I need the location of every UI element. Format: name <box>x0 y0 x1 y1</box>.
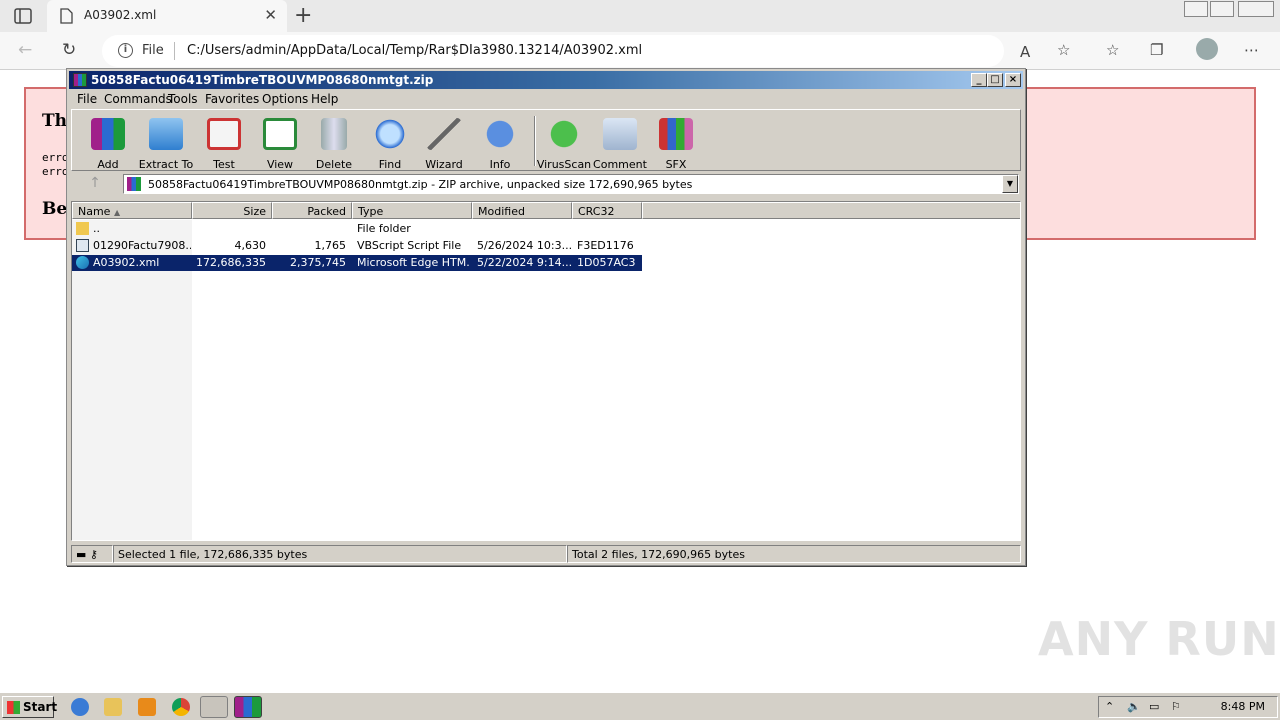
taskbar: Start ⌃ 🔈 ▭ ⚐ 8:48 PM <box>0 692 1280 720</box>
new-tab-button[interactable]: + <box>294 3 312 28</box>
vbscript-file-icon <box>76 239 89 252</box>
comment-icon <box>603 118 637 150</box>
tab-title: A03902.xml <box>84 8 157 22</box>
path-row: ↑ 50858Factu06419TimbreTBOUVMP08680nmtgt… <box>71 173 1021 197</box>
clipboard-check-icon <box>207 118 241 150</box>
toolbar: Add Extract To Test View Delete Find Wiz… <box>71 109 1021 171</box>
drive-key-icons[interactable]: ▬ ⚷ <box>71 545 113 563</box>
sort-ascending-icon: ▲ <box>113 208 121 217</box>
close-tab-icon[interactable]: ✕ <box>264 6 277 24</box>
column-header-packed[interactable]: Packed <box>272 202 352 219</box>
path-dropdown-icon[interactable]: ▼ <box>1002 175 1018 193</box>
menu-bar: File Commands Tools Favorites Options He… <box>69 90 1023 108</box>
winrar-window: 50858Factu06419TimbreTBOUVMP08680nmtgt.z… <box>66 68 1026 566</box>
up-one-level-icon[interactable]: ↑ <box>75 175 115 197</box>
status-selected: Selected 1 file, 172,686,335 bytes <box>113 545 567 563</box>
magic-wand-icon <box>427 118 461 150</box>
scheme-label: File <box>142 43 164 58</box>
column-header-size[interactable]: Size <box>192 202 272 219</box>
archive-icon <box>127 177 141 191</box>
key-icon: ⚷ <box>89 548 98 561</box>
menu-help[interactable]: Help <box>311 92 338 106</box>
info-icon[interactable]: i <box>118 43 133 58</box>
ie-icon[interactable] <box>71 698 89 716</box>
bug-icon <box>547 118 581 150</box>
windows-flag-icon <box>7 701 20 714</box>
action-center-flag-icon[interactable]: ⚐ <box>1171 700 1181 713</box>
chrome-icon[interactable] <box>172 698 190 716</box>
clock[interactable]: 8:48 PM <box>1221 700 1265 713</box>
profile-avatar[interactable] <box>1196 38 1218 60</box>
column-header-modified[interactable]: Modified <box>472 202 572 219</box>
column-header-name[interactable]: Name ▲ <box>72 202 192 219</box>
media-player-icon[interactable] <box>138 698 156 716</box>
status-total: Total 2 files, 172,690,965 bytes <box>567 545 1021 563</box>
status-bar: ▬ ⚷ Selected 1 file, 172,686,335 bytes T… <box>71 545 1021 563</box>
folder-icon <box>149 118 183 150</box>
restore-window-button[interactable] <box>1210 1 1234 17</box>
table-row[interactable]: 01290Factu7908... 4,630 1,765 VBScript S… <box>72 238 642 254</box>
book-icon <box>263 118 297 150</box>
add-favorite-icon[interactable]: ☆ <box>1057 41 1070 59</box>
explorer-folder-icon[interactable] <box>104 698 122 716</box>
network-icon[interactable]: ▭ <box>1149 700 1159 713</box>
menu-favorites[interactable]: Favorites <box>205 92 259 106</box>
tray-expand-icon[interactable]: ⌃ <box>1105 700 1114 713</box>
sfx-box-icon <box>659 118 693 150</box>
more-menu-icon[interactable]: ⋯ <box>1244 41 1259 59</box>
edge-taskbar-button[interactable] <box>200 696 228 718</box>
browser-tab-active[interactable]: A03902.xml ✕ <box>47 0 287 32</box>
back-arrow-icon[interactable]: ← <box>18 40 32 60</box>
archive-path-box[interactable]: 50858Factu06419TimbreTBOUVMP08680nmtgt.z… <box>123 174 1019 194</box>
address-url[interactable]: C:/Users/admin/AppData/Local/Temp/Rar$DI… <box>187 43 642 58</box>
column-header-crc32[interactable]: CRC32 <box>572 202 642 219</box>
read-aloud-icon[interactable]: A <box>1020 43 1030 61</box>
column-header-type[interactable]: Type <box>352 202 472 219</box>
archive-path: 50858Factu06419TimbreTBOUVMP08680nmtgt.z… <box>148 178 693 191</box>
menu-commands[interactable]: Commands <box>104 92 172 106</box>
address-bar[interactable]: i File C:/Users/admin/AppData/Local/Temp… <box>102 35 1070 67</box>
drive-icon: ▬ <box>76 548 87 561</box>
file-list[interactable]: Name ▲ Size Packed Type Modified CRC32 .… <box>71 201 1021 541</box>
winrar-title: 50858Factu06419TimbreTBOUVMP08680nmtgt.z… <box>91 73 434 87</box>
error-line-2: erro <box>42 165 69 178</box>
browser-tab-bar: A03902.xml ✕ + <box>0 0 1280 32</box>
winrar-icon <box>73 73 87 87</box>
edge-file-icon <box>76 256 89 269</box>
column-header-filler <box>642 202 1020 219</box>
winrar-minimize-button[interactable]: _ <box>971 73 987 87</box>
system-tray: ⌃ 🔈 ▭ ⚐ 8:48 PM <box>1098 696 1278 718</box>
winrar-maximize-button[interactable]: □ <box>987 73 1003 87</box>
trash-icon <box>321 118 347 150</box>
favorites-icon[interactable]: ☆ <box>1106 41 1119 59</box>
minimize-window-button[interactable] <box>1184 1 1208 17</box>
address-bar-row: ← ↻ i File C:/Users/admin/AppData/Local/… <box>0 32 1280 70</box>
close-window-button[interactable] <box>1238 1 1274 17</box>
add-icon <box>91 118 125 150</box>
menu-tools[interactable]: Tools <box>168 92 198 106</box>
address-separator <box>174 42 175 60</box>
anyrun-watermark: ANY RUN <box>1038 612 1280 666</box>
winrar-close-button[interactable]: × <box>1005 73 1021 87</box>
menu-options[interactable]: Options <box>262 92 308 106</box>
info-circle-icon <box>483 118 517 150</box>
winrar-taskbar-button[interactable] <box>234 696 262 718</box>
refresh-icon[interactable]: ↻ <box>62 40 76 60</box>
document-icon <box>60 8 73 24</box>
volume-icon[interactable]: 🔈 <box>1127 700 1141 713</box>
sfx-button[interactable]: SFX <box>648 114 704 171</box>
tab-actions-icon[interactable] <box>14 8 32 24</box>
info-button[interactable]: Info <box>472 114 528 171</box>
collections-icon[interactable]: ❐ <box>1150 41 1163 59</box>
table-row-selected[interactable]: A03902.xml 172,686,335 2,375,745 Microso… <box>72 255 642 271</box>
error-line-1: erro <box>42 151 69 164</box>
folder-up-icon <box>76 222 89 235</box>
winrar-title-bar[interactable]: 50858Factu06419TimbreTBOUVMP08680nmtgt.z… <box>69 71 1023 89</box>
menu-file[interactable]: File <box>77 92 97 106</box>
magnifier-icon <box>373 118 407 150</box>
table-row[interactable]: .. File folder <box>72 221 642 237</box>
start-button[interactable]: Start <box>2 696 57 718</box>
